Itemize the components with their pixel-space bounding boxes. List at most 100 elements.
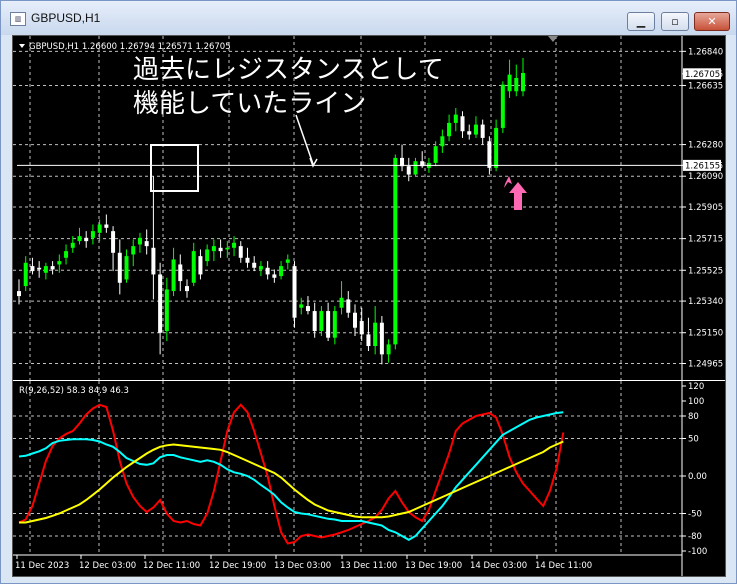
candle — [111, 226, 116, 272]
candle-body — [158, 274, 163, 333]
candle — [191, 242, 196, 287]
candle — [97, 219, 102, 242]
candle-body — [299, 304, 304, 308]
candle — [117, 239, 122, 295]
candle-body — [406, 166, 411, 175]
candle-body — [211, 246, 216, 252]
candle — [104, 214, 109, 233]
candle — [494, 119, 499, 172]
candle-body — [305, 306, 310, 312]
candle — [379, 316, 384, 365]
candle — [265, 261, 270, 280]
candle-body — [151, 247, 156, 275]
candle-body — [319, 311, 324, 332]
candle-body — [487, 141, 492, 168]
candle-body — [97, 224, 102, 233]
candle — [164, 277, 169, 342]
price-tick-label: 1.25905 — [688, 203, 723, 213]
candle-body — [124, 256, 129, 280]
candle-body — [225, 247, 230, 250]
candle-body — [312, 311, 317, 332]
candle — [521, 57, 525, 97]
minimize-icon: ▁ — [636, 15, 646, 28]
candle — [238, 241, 243, 263]
candle — [473, 116, 478, 138]
time-tick-label: 12 Dec 19:00 — [209, 561, 266, 571]
candle-body — [353, 312, 357, 328]
candle — [50, 261, 55, 275]
candle — [84, 231, 89, 248]
candle-body — [185, 286, 189, 292]
candle — [366, 317, 371, 352]
candle-body — [30, 266, 35, 272]
candle-body — [480, 124, 485, 138]
candle — [400, 144, 405, 172]
candle-body — [265, 267, 270, 275]
symbol-menu-arrow-icon[interactable] — [19, 44, 25, 48]
candle-body — [272, 274, 277, 278]
chart-window-icon: ▥ — [10, 12, 26, 26]
candle-body — [339, 297, 344, 308]
price-tick-label: 1.25525 — [688, 266, 723, 276]
candle — [158, 262, 163, 355]
candle — [326, 302, 331, 342]
price-tick-label: 1.26280 — [688, 141, 723, 151]
candle-body — [144, 241, 149, 247]
maximize-button[interactable]: ▫ — [661, 12, 689, 31]
candle — [272, 269, 277, 283]
close-button[interactable]: ✕ — [694, 12, 730, 31]
indicator-tick-label: 0.00 — [688, 472, 707, 482]
indicator-tick-label: 80 — [688, 412, 699, 422]
candle-body — [191, 251, 196, 283]
price-tick-label: 1.25715 — [688, 235, 723, 245]
title-bar[interactable]: ▥ GBPUSD,H1 ▁ ▫ ✕ — [1, 1, 736, 35]
candle — [393, 154, 398, 350]
candle — [467, 124, 472, 140]
candle — [386, 339, 391, 363]
candle — [514, 64, 519, 97]
price-tick-label: 1.25150 — [688, 329, 723, 339]
candle — [480, 119, 485, 145]
price-chart-svg[interactable]: 過去にレジスタンスとして 機能していたライン GBPUSD,H1 1.26600… — [13, 36, 725, 576]
candle — [151, 176, 156, 300]
minimize-button[interactable]: ▁ — [627, 12, 655, 31]
price-tick-label: 1.25340 — [688, 297, 723, 307]
candle — [460, 111, 465, 138]
candle — [339, 281, 344, 315]
chart-window: ▥ GBPUSD,H1 ▁ ▫ ✕ 過去にレジスタンスとして 機能していたライン… — [0, 0, 737, 584]
time-tick-label: 13 Dec 19:00 — [405, 561, 462, 571]
maximize-icon: ▫ — [671, 15, 679, 28]
annotation-text-line1: 過去にレジスタンスとして — [133, 55, 444, 85]
candle-body — [131, 246, 136, 255]
candle — [373, 306, 378, 355]
candle-body — [460, 116, 465, 132]
candle — [453, 107, 458, 132]
candle-body — [507, 74, 512, 92]
current-price-label: 1.26705 — [685, 70, 720, 80]
candle-body — [252, 262, 257, 268]
time-tick-label: 13 Dec 11:00 — [340, 561, 397, 571]
candle-body — [171, 259, 176, 292]
candle — [30, 257, 35, 275]
candle — [137, 232, 142, 253]
candle — [198, 249, 203, 280]
candle-body — [433, 146, 438, 163]
candle — [171, 247, 176, 297]
candle-body — [64, 251, 69, 258]
chart-area[interactable]: 過去にレジスタンスとして 機能していたライン GBPUSD,H1 1.26600… — [12, 35, 726, 577]
candle-body — [366, 334, 371, 347]
candle-body — [494, 127, 499, 168]
candle — [440, 129, 445, 153]
time-tick-label: 14 Dec 03:00 — [470, 561, 527, 571]
candle-body — [43, 266, 48, 273]
candle-body — [37, 267, 42, 270]
candle-body — [359, 321, 364, 335]
candle-body — [440, 136, 445, 147]
indicator-label: R(9,26,52) 58.3 84.9 46.3 — [19, 386, 129, 396]
annotation-text-line2: 機能していたライン — [133, 89, 366, 119]
candle-body — [117, 252, 122, 283]
candle — [406, 157, 411, 182]
candle-body — [198, 256, 203, 275]
candle-body — [447, 122, 452, 137]
candle — [305, 296, 310, 315]
